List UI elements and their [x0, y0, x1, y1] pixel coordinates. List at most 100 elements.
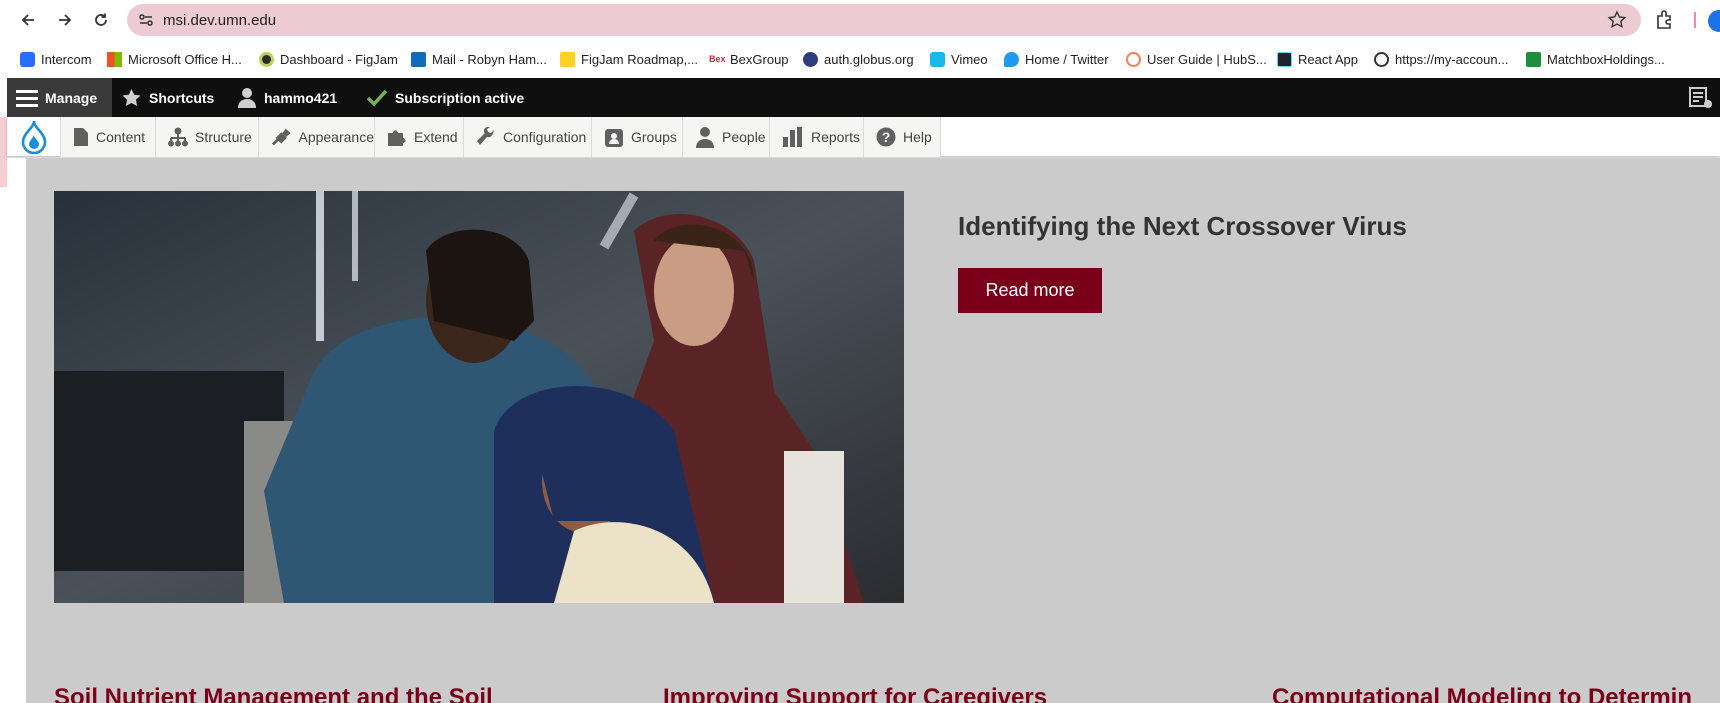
menu-appearance[interactable]: Appearance: [259, 117, 375, 157]
manage-label: Manage: [45, 89, 98, 106]
bookmarks-bar: Intercom Microsoft Office H... Dashboard…: [0, 45, 1720, 73]
bookmark-react-app[interactable]: React App: [1277, 49, 1358, 69]
menu-label: Appearance: [298, 129, 374, 145]
bookmark-label: https://my-accoun...: [1395, 51, 1509, 67]
wrench-icon: [477, 127, 494, 145]
read-more-button[interactable]: Read more: [958, 268, 1102, 313]
menu-label: Configuration: [503, 129, 587, 145]
bookmark-label: Home / Twitter: [1025, 51, 1109, 67]
extensions-icon[interactable]: [1653, 8, 1677, 32]
person-icon: [696, 127, 714, 148]
user-tab[interactable]: hammo421: [237, 78, 337, 117]
user-icon: [238, 88, 256, 108]
site-settings-icon[interactable]: [137, 11, 155, 29]
microsoft-icon: [107, 51, 122, 67]
bookmark-my-account[interactable]: https://my-accoun...: [1374, 49, 1508, 69]
bookmark-label: BexGroup: [730, 51, 789, 67]
drupal-home-link[interactable]: [7, 117, 61, 157]
bookmark-twitter[interactable]: Home / Twitter: [1004, 49, 1109, 69]
bookmark-label: User Guide | HubS...: [1147, 51, 1267, 67]
menu-label: Help: [903, 129, 932, 145]
back-button[interactable]: [14, 6, 42, 34]
outlook-icon: [411, 51, 426, 67]
globe-icon: [1374, 51, 1389, 67]
bookmark-vimeo[interactable]: Vimeo: [930, 49, 988, 69]
sheets-icon: [1526, 51, 1541, 67]
shortcuts-tab[interactable]: Shortcuts: [121, 78, 214, 117]
bookmark-bexgroup[interactable]: Bex BexGroup: [709, 49, 789, 69]
figjam-roadmap-icon: [560, 51, 575, 67]
bookmark-label: Dashboard - FigJam: [280, 51, 398, 67]
file-icon: [74, 128, 88, 146]
puzzle-icon: [388, 130, 406, 146]
menu-label: Content: [96, 129, 146, 145]
menu-reports[interactable]: Reports: [770, 117, 864, 157]
bookmark-intercom[interactable]: Intercom: [20, 49, 92, 69]
svg-text:?: ?: [882, 129, 891, 145]
profile-avatar[interactable]: [1708, 10, 1720, 32]
react-icon: [1277, 51, 1292, 67]
shortcuts-label: Shortcuts: [149, 89, 215, 106]
paintbrush-icon: [271, 128, 291, 146]
menu-structure[interactable]: Structure: [156, 117, 259, 157]
menu-label: People: [722, 129, 766, 145]
bookmark-label: Microsoft Office H...: [128, 51, 242, 67]
menu-configuration[interactable]: Configuration: [464, 117, 592, 157]
bookmark-label: FigJam Roadmap,...: [581, 51, 699, 67]
globus-icon: [803, 51, 818, 67]
forward-button[interactable]: [51, 6, 79, 34]
admin-toolbar: Manage Shortcuts hammo421 Subscription a…: [7, 78, 1720, 117]
bookmark-mail[interactable]: Mail - Robyn Ham...: [411, 49, 547, 69]
hamburger-icon: [16, 89, 38, 107]
menu-label: Structure: [195, 129, 252, 145]
checkmark-icon: [366, 89, 388, 107]
bookmark-star-icon[interactable]: [1607, 10, 1627, 30]
vimeo-icon: [930, 51, 945, 67]
url-text: msi.dev.umn.edu: [163, 12, 277, 29]
figjam-icon: [259, 51, 274, 67]
reload-button[interactable]: [87, 6, 115, 34]
address-bar[interactable]: msi.dev.umn.edu: [127, 4, 1641, 36]
bookmark-label: auth.globus.org: [824, 51, 914, 67]
bookmark-matchbox[interactable]: MatchboxHoldings...: [1526, 49, 1665, 69]
bookmark-label: MatchboxHoldings...: [1547, 51, 1665, 67]
bookmark-figjam-roadmap[interactable]: FigJam Roadmap,...: [560, 49, 698, 69]
card-title-caregivers[interactable]: Improving Support for Caregivers: [663, 684, 1047, 703]
subscription-label: Subscription active: [395, 89, 525, 106]
bar-chart-icon: [783, 127, 802, 147]
hero-image: [54, 191, 904, 603]
menu-extend[interactable]: Extend: [375, 117, 464, 157]
card-title-computational[interactable]: Computational Modeling to Determin: [1272, 684, 1692, 703]
manage-tab[interactable]: Manage: [7, 78, 112, 117]
left-edge-mark: [0, 117, 7, 187]
menu-groups[interactable]: Groups: [592, 117, 683, 157]
page-content: Identifying the Next Crossover Virus Rea…: [26, 158, 1720, 703]
bex-icon: Bex: [709, 53, 726, 64]
menu-help[interactable]: ? Help: [864, 117, 941, 157]
arrow-left-icon: [21, 14, 34, 26]
bookmark-label: Intercom: [41, 51, 92, 67]
toolbar-separator: [1694, 12, 1696, 28]
menu-label: Groups: [631, 129, 677, 145]
bookmark-dashboard-figjam[interactable]: Dashboard - FigJam: [259, 49, 398, 69]
help-icon: ?: [876, 127, 896, 147]
reload-icon: [95, 13, 107, 26]
groups-icon: [605, 129, 623, 147]
menu-content[interactable]: Content: [61, 117, 156, 157]
menu-people[interactable]: People: [683, 117, 770, 157]
toolbar-orientation-icon[interactable]: [1689, 87, 1713, 114]
browser-toolbar: msi.dev.umn.edu: [0, 0, 1720, 41]
bookmark-microsoft-office[interactable]: Microsoft Office H...: [107, 49, 242, 69]
researchers-photo-illustration: [54, 191, 904, 603]
page-left-gutter: [7, 158, 26, 703]
subscription-status[interactable]: Subscription active: [366, 78, 524, 117]
username-label: hammo421: [264, 89, 338, 106]
card-title-soil[interactable]: Soil Nutrient Management and the Soil: [54, 684, 493, 703]
drupal-drop-icon: [21, 120, 46, 154]
admin-menu-tray: Content Structure Appearance Extend Conf…: [7, 117, 1720, 157]
menu-label: Reports: [811, 129, 861, 145]
arrow-right-icon: [59, 14, 72, 26]
bookmark-globus[interactable]: auth.globus.org: [803, 49, 914, 69]
bookmark-hubspot[interactable]: User Guide | HubS...: [1126, 49, 1267, 69]
bookmark-label: Vimeo: [951, 51, 988, 67]
